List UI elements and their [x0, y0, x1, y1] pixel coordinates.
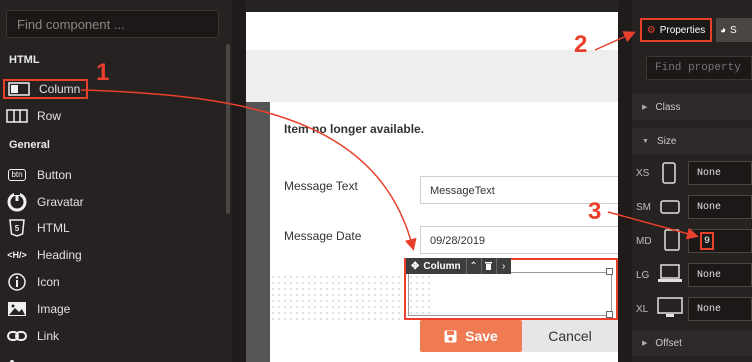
accordion-offset-label: Offset — [655, 337, 682, 349]
sidebar-scrollbar[interactable] — [226, 44, 230, 214]
component-item-button[interactable]: btn Button — [6, 164, 72, 186]
image-icon — [6, 301, 28, 317]
canvas-header-band — [246, 50, 618, 102]
component-item-label: HTML — [37, 221, 70, 235]
component-item-label: Gravatar — [37, 195, 84, 209]
component-item-row[interactable]: Row — [6, 105, 61, 127]
design-canvas[interactable]: Item no longer available. Message Text M… — [246, 12, 620, 362]
caret-down-icon: ▼ — [642, 137, 649, 145]
component-item-label: Image — [37, 302, 71, 316]
size-select-sm[interactable]: None — [688, 195, 752, 219]
btn-icon-text: btn — [8, 169, 26, 181]
heading-icon: <H/> — [7, 250, 27, 260]
cancel-button[interactable]: Cancel — [522, 320, 618, 352]
component-item-label: Row — [37, 109, 62, 123]
caret-right-icon: ▶ — [642, 104, 648, 111]
accordion-class-label: Class — [655, 101, 681, 113]
size-select-md[interactable] — [688, 229, 752, 253]
column-toolbar-label-wrap[interactable]: ✥ Column — [406, 258, 466, 274]
component-item-label: Column — [39, 82, 81, 96]
size-label-sm: SM — [636, 202, 651, 213]
gravatar-icon — [6, 192, 28, 212]
size-label-lg: LG — [636, 270, 650, 281]
properties-panel: ⚙ Properties ◕ S ▶ Class ▼ Size XS None … — [632, 0, 752, 362]
cancel-label: Cancel — [548, 328, 592, 344]
size-label-xl: XL — [636, 304, 649, 315]
component-item-html[interactable]: 5 HTML — [6, 217, 70, 239]
component-item-column[interactable]: Column — [3, 79, 89, 99]
delete-icon[interactable] — [480, 258, 496, 274]
section-html: HTML — [9, 54, 40, 66]
phone-icon — [662, 162, 676, 184]
tab-style[interactable]: ◕ S — [716, 18, 752, 42]
annotation-2: 2 — [574, 31, 588, 58]
component-item-label: Heading — [37, 248, 82, 262]
message-text-label: Message Text — [284, 179, 358, 193]
size-label-xs: XS — [636, 168, 650, 179]
palette-icon: ◕ — [720, 24, 727, 36]
move-icon[interactable]: ✥ — [411, 261, 419, 272]
column-element[interactable] — [408, 272, 612, 316]
message-date-input[interactable]: 09/28/2019 — [420, 226, 620, 254]
component-sidebar: HTML Column Row General btn Button Grava… — [0, 0, 232, 362]
gear-icon: ⚙ — [646, 24, 656, 36]
annotation-3: 3 — [588, 198, 602, 225]
property-search-input[interactable] — [646, 56, 752, 80]
component-item-partial[interactable] — [6, 350, 37, 362]
notice-text: Item no longer available. — [284, 122, 425, 136]
link-icon — [6, 328, 28, 344]
accordion-size[interactable]: ▼ Size — [632, 128, 752, 154]
section-general: General — [9, 139, 50, 151]
list-icon — [6, 353, 28, 362]
tab-properties[interactable]: ⚙ Properties — [640, 18, 712, 42]
accordion-size-label: Size — [656, 135, 677, 147]
floppy-icon — [444, 330, 457, 342]
info-icon — [6, 273, 28, 291]
monitor-icon — [657, 297, 683, 317]
select-parent-icon[interactable]: ⌃ — [465, 258, 481, 274]
canvas-left-strip — [246, 102, 270, 362]
resize-handle-top-right[interactable] — [606, 268, 613, 275]
accordion-class[interactable]: ▶ Class — [632, 94, 752, 120]
tab-properties-label: Properties — [659, 24, 706, 36]
size-select-xl[interactable]: None — [688, 297, 752, 321]
size-select-lg[interactable]: None — [688, 263, 752, 287]
html5-icon: 5 — [6, 219, 28, 237]
sidebar-divider — [232, 0, 246, 362]
resize-handle-bottom-right[interactable] — [606, 311, 613, 318]
component-item-label: Button — [37, 168, 72, 182]
component-item-image[interactable]: Image — [6, 298, 70, 320]
component-search-input[interactable] — [6, 10, 219, 38]
laptop-icon — [658, 264, 682, 282]
message-date-label: Message Date — [284, 229, 362, 243]
row-icon — [6, 108, 28, 124]
size-label-md: MD — [636, 236, 652, 247]
properties-divider — [618, 0, 632, 362]
accordion-offset[interactable]: ▶ Offset — [632, 330, 752, 356]
app-root: HTML Column Row General btn Button Grava… — [0, 0, 752, 362]
svg-text:5: 5 — [15, 224, 20, 233]
component-item-label: Link — [37, 329, 60, 343]
chevron-right-icon[interactable]: › — [495, 258, 511, 274]
column-toolbar: ✥ Column ⌃ › — [406, 258, 511, 274]
tablet-icon — [664, 229, 680, 251]
tab-style-label: S — [730, 24, 737, 36]
size-select-xs[interactable]: None — [688, 161, 752, 185]
annotation-1: 1 — [96, 59, 110, 86]
caret-right-icon: ▶ — [642, 340, 648, 347]
save-button[interactable]: Save — [420, 320, 522, 352]
component-item-heading[interactable]: <H/> Heading — [6, 244, 82, 266]
column-icon — [8, 81, 30, 97]
column-toolbar-label: Column — [423, 260, 461, 272]
phablet-icon — [660, 200, 680, 214]
component-item-link[interactable]: Link — [6, 325, 59, 347]
component-item-label: Icon — [37, 275, 60, 289]
component-item-gravatar[interactable]: Gravatar — [6, 191, 84, 213]
save-label: Save — [465, 328, 498, 344]
btn-icon: btn — [6, 167, 28, 183]
size-value-md[interactable]: 9 — [700, 232, 714, 250]
component-item-icon[interactable]: Icon — [6, 271, 60, 293]
